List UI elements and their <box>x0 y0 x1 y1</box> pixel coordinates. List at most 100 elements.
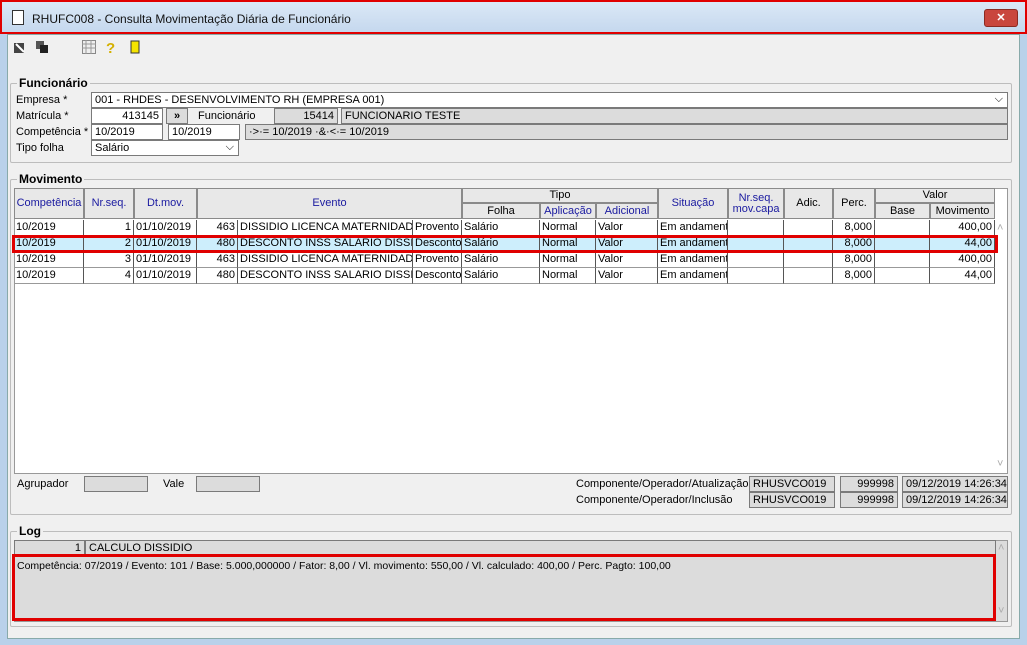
column-header-base[interactable]: Base <box>875 203 930 219</box>
cell-evento-descricao: DISSIDIO LICENCA MATERNIDADE <box>238 220 413 236</box>
competencia-from-input[interactable]: 10/2019 <box>91 124 163 140</box>
competencia-to-input[interactable]: 10/2019 <box>168 124 240 140</box>
cell-adic <box>784 268 833 284</box>
exit-door-icon[interactable] <box>128 40 142 54</box>
group-title: Log <box>17 524 43 538</box>
atualizacao-operador: 999998 <box>840 476 898 492</box>
export-icon[interactable] <box>13 40 27 54</box>
highlight-box <box>12 554 996 621</box>
inclusao-componente: RHUSVCO019 <box>749 492 835 508</box>
atualizacao-componente: RHUSVCO019 <box>749 476 835 492</box>
matricula-label: Matrícula * <box>16 110 69 122</box>
column-header-tipo[interactable]: Tipo <box>462 188 658 203</box>
highlight-box <box>12 235 998 253</box>
cell-nrseqcapa <box>728 268 784 284</box>
cell-folha: Salário <box>462 252 540 268</box>
column-header-valor[interactable]: Valor <box>875 188 995 203</box>
cell-evento-tipo: Desconto <box>413 268 462 284</box>
cell-base <box>875 220 930 236</box>
cell-aplicacao: Normal <box>540 220 596 236</box>
matricula-input[interactable]: 413145 <box>91 108 163 124</box>
scroll-up-icon[interactable]: ˄ <box>997 222 1003 234</box>
grid-icon[interactable] <box>82 40 96 54</box>
cell-movimento: 400,00 <box>930 252 995 268</box>
cell-adic <box>784 220 833 236</box>
cell-folha: Salário <box>462 268 540 284</box>
column-header-adicional[interactable]: Adicional <box>596 203 658 219</box>
vale-field <box>196 476 260 492</box>
cell-evento-codigo: 463 <box>197 220 238 236</box>
cell-situacao: Em andament <box>658 252 728 268</box>
copy-icon[interactable] <box>35 40 49 54</box>
cell-base <box>875 268 930 284</box>
cell-folha: Salário <box>462 220 540 236</box>
cell-nrseqcapa <box>728 220 784 236</box>
empresa-select[interactable]: 001 - RHDES - DESENVOLVIMENTO RH (EMPRES… <box>91 92 1008 108</box>
column-header-situacao[interactable]: Situação <box>658 188 728 219</box>
cell-competencia: 10/2019 <box>14 220 84 236</box>
lookup-button[interactable]: » <box>166 108 188 124</box>
grid-scrollbar[interactable]: ˄ ˅ <box>996 220 1008 474</box>
cell-base <box>875 252 930 268</box>
cell-aplicacao: Normal <box>540 268 596 284</box>
column-header-nrseq[interactable]: Nr.seq. <box>84 188 134 219</box>
column-header-competencia[interactable]: Competência <box>14 188 84 219</box>
cell-situacao: Em andament <box>658 268 728 284</box>
column-header-movimento[interactable]: Movimento <box>930 203 995 219</box>
cell-perc: 8,000 <box>833 268 875 284</box>
tipo-folha-label: Tipo folha <box>16 142 64 154</box>
close-button[interactable]: ✕ <box>984 9 1018 27</box>
cell-dtmov: 01/10/2019 <box>134 252 197 268</box>
cell-adic <box>784 252 833 268</box>
column-header-adic[interactable]: Adic. <box>784 188 833 219</box>
cell-perc: 8,000 <box>833 252 875 268</box>
inclusao-label: Componente/Operador/Inclusão <box>576 494 733 506</box>
cell-nrseq: 3 <box>84 252 134 268</box>
funcionario-code: 15414 <box>274 108 338 124</box>
cell-nrseq: 1 <box>84 220 134 236</box>
funcionario-name: FUNCIONARIO TESTE <box>341 108 1008 124</box>
cell-evento-tipo: Provento <box>413 252 462 268</box>
tipo-folha-value: Salário <box>95 142 130 154</box>
competencia-expression: ·>·= 10/2019 ·&·<·= 10/2019 <box>245 124 1008 140</box>
column-header-evento[interactable]: Evento <box>197 188 462 219</box>
scroll-up-icon[interactable]: ˄ <box>998 542 1004 554</box>
scroll-down-icon[interactable]: ˅ <box>998 605 1004 617</box>
cell-adicional: Valor <box>596 268 658 284</box>
funcionario-label: Funcionário <box>198 110 256 122</box>
cell-dtmov: 01/10/2019 <box>134 220 197 236</box>
cell-situacao: Em andament <box>658 220 728 236</box>
document-icon <box>12 10 24 25</box>
cell-competencia: 10/2019 <box>14 252 84 268</box>
cell-evento-tipo: Provento <box>413 220 462 236</box>
chevron-down-icon: ⌵ <box>994 93 1003 105</box>
column-header-nrseqcapa[interactable]: Nr.seq. mov.capa <box>728 188 784 219</box>
inclusao-operador: 999998 <box>840 492 898 508</box>
chevron-down-icon: ⌵ <box>225 141 234 153</box>
cell-movimento: 44,00 <box>930 268 995 284</box>
cell-evento-descricao: DESCONTO INSS SALARIO DISSIDIO <box>238 268 413 284</box>
column-header-perc[interactable]: Perc. <box>833 188 875 219</box>
cell-competencia: 10/2019 <box>14 268 84 284</box>
column-header-dtmov[interactable]: Dt.mov. <box>134 188 197 219</box>
cell-evento-descricao: DISSIDIO LICENCA MATERNIDADE <box>238 252 413 268</box>
cell-adicional: Valor <box>596 220 658 236</box>
cell-aplicacao: Normal <box>540 252 596 268</box>
group-title: Movimento <box>17 172 85 186</box>
vale-label: Vale <box>163 478 185 490</box>
inclusao-data: 09/12/2019 14:26:34 <box>902 492 1008 508</box>
cell-evento-codigo: 480 <box>197 268 238 284</box>
cell-movimento: 400,00 <box>930 220 995 236</box>
agrupador-label: Agrupador <box>17 478 69 490</box>
cell-adicional: Valor <box>596 252 658 268</box>
group-title: Funcionário <box>17 76 90 90</box>
column-header-aplicacao[interactable]: Aplicação <box>540 203 596 219</box>
help-icon[interactable]: ? <box>106 40 120 57</box>
title-bar: RHUFC008 - Consulta Movimentação Diária … <box>0 0 1027 34</box>
tipo-folha-select[interactable]: Salário ⌵ <box>91 140 239 156</box>
competencia-label: Competência * <box>16 126 89 138</box>
scroll-down-icon[interactable]: ˅ <box>997 458 1003 470</box>
atualizacao-data: 09/12/2019 14:26:34 <box>902 476 1008 492</box>
column-header-folha[interactable]: Folha <box>462 203 540 219</box>
cell-evento-codigo: 463 <box>197 252 238 268</box>
